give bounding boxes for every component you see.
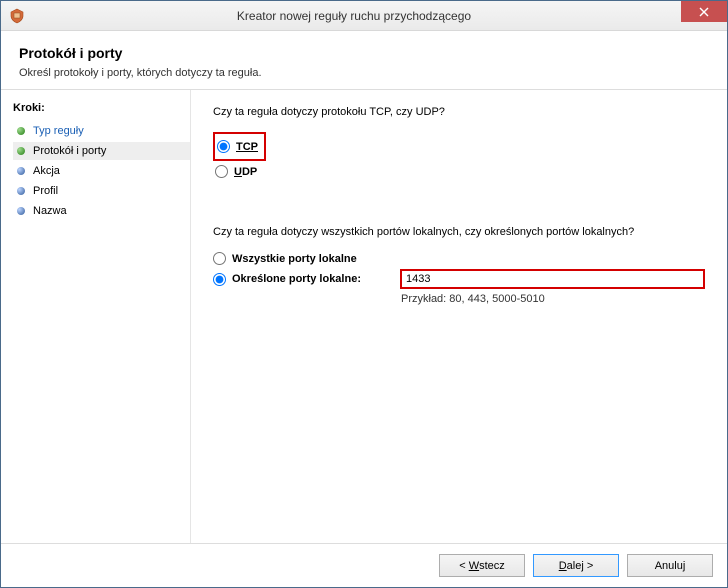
page-subtitle: Określ protokoły i porty, których dotycz…: [19, 67, 709, 79]
tcp-highlight: TCP: [213, 132, 266, 161]
step-label: Nazwa: [33, 205, 67, 217]
footer: < Wstecz Dalej > Anuluj: [1, 543, 727, 587]
step-name[interactable]: Nazwa: [13, 202, 190, 220]
radio-all-ports-row[interactable]: Wszystkie porty lokalne: [213, 252, 705, 265]
titlebar: Kreator nowej reguły ruchu przychodząceg…: [1, 1, 727, 31]
step-label: Protokół i porty: [33, 145, 106, 157]
radio-all-ports-label: Wszystkie porty lokalne: [232, 253, 400, 265]
cancel-button[interactable]: Anuluj: [627, 554, 713, 577]
radio-udp-row[interactable]: UDP: [215, 165, 705, 178]
next-button[interactable]: Dalej >: [533, 554, 619, 577]
app-icon: [9, 8, 25, 24]
ports-question: Czy ta reguła dotyczy wszystkich portów …: [213, 226, 705, 238]
steps-heading: Kroki:: [13, 102, 190, 114]
bullet-icon: [17, 207, 25, 215]
close-icon: [699, 7, 709, 17]
step-label: Typ reguły: [33, 125, 84, 137]
radio-specific-ports[interactable]: [213, 273, 226, 286]
step-label: Profil: [33, 185, 58, 197]
step-protocol-ports[interactable]: Protokół i porty: [13, 142, 190, 160]
window-title: Kreator nowej reguły ruchu przychodząceg…: [31, 9, 727, 23]
radio-tcp[interactable]: [217, 140, 230, 153]
radio-all-ports[interactable]: [213, 252, 226, 265]
radio-tcp-row[interactable]: TCP: [217, 140, 258, 153]
steps-sidebar: Kroki: Typ reguły Protokół i porty Akcja…: [1, 90, 191, 543]
step-label: Akcja: [33, 165, 60, 177]
main-panel: Czy ta reguła dotyczy protokołu TCP, czy…: [191, 90, 727, 543]
radio-udp-label: UDP: [234, 166, 257, 178]
wizard-window: Kreator nowej reguły ruchu przychodząceg…: [0, 0, 728, 588]
bullet-icon: [17, 187, 25, 195]
radio-udp[interactable]: [215, 165, 228, 178]
radio-tcp-label: TCP: [236, 141, 258, 153]
page-header: Protokół i porty Określ protokoły i port…: [1, 31, 727, 90]
back-button[interactable]: < Wstecz: [439, 554, 525, 577]
step-rule-type[interactable]: Typ reguły: [13, 122, 190, 140]
bullet-icon: [17, 147, 25, 155]
ports-input[interactable]: [400, 269, 705, 289]
ports-example: Przykład: 80, 443, 5000-5010: [401, 293, 705, 305]
bullet-icon: [17, 167, 25, 175]
bullet-icon: [17, 127, 25, 135]
step-profile[interactable]: Profil: [13, 182, 190, 200]
step-action[interactable]: Akcja: [13, 162, 190, 180]
radio-specific-ports-label: Określone porty lokalne:: [232, 273, 400, 285]
protocol-question: Czy ta reguła dotyczy protokołu TCP, czy…: [213, 106, 705, 118]
page-title: Protokół i porty: [19, 45, 709, 61]
close-button[interactable]: [681, 1, 727, 22]
radio-specific-ports-row[interactable]: Określone porty lokalne:: [213, 269, 705, 289]
body: Kroki: Typ reguły Protokół i porty Akcja…: [1, 90, 727, 543]
